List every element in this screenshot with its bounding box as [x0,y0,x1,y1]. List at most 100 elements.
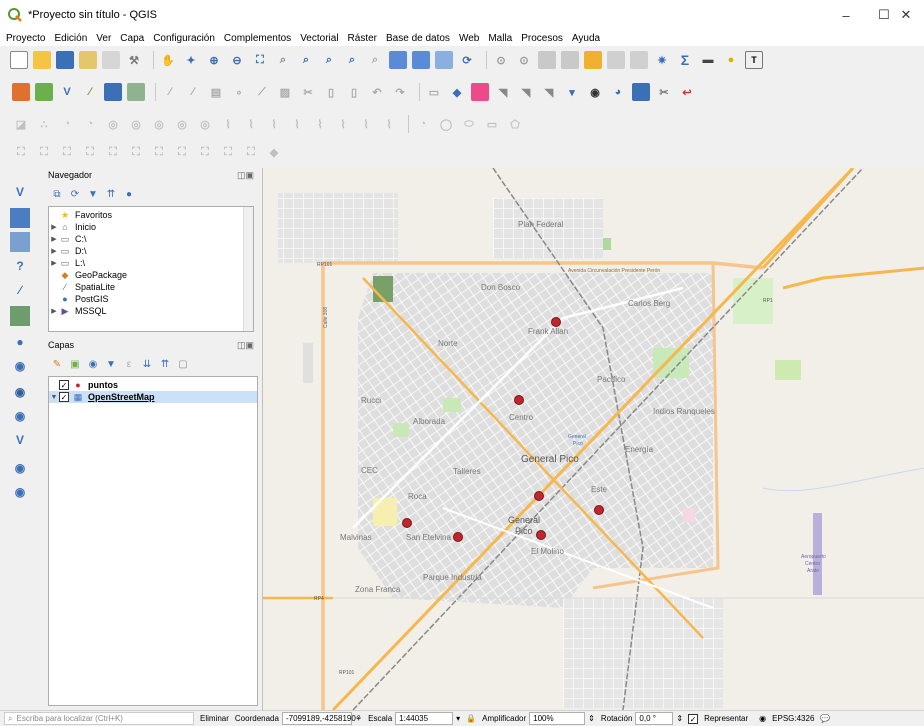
invert-selection-icon[interactable]: ⛶ [173,143,191,161]
metasearch-icon[interactable]: ◕ [609,83,627,101]
open-project-icon[interactable] [33,51,51,69]
select-icon[interactable]: ⊙ [515,51,533,69]
split-parts-icon[interactable]: ⌇ [288,115,306,133]
map-canvas[interactable]: Plan Federal Don Bosco Carlos Berg Frank… [262,168,924,710]
rotate-point-icon[interactable]: ⌇ [357,115,375,133]
offset-curve-icon[interactable]: ⌇ [242,115,260,133]
delete-ring-icon[interactable]: ◎ [173,115,191,133]
crs-globe-icon[interactable]: ◉ [759,714,766,723]
add-selected-icon[interactable]: ⧉ [50,187,64,201]
browser-item-spatialite[interactable]: ∕ SpatiaLite [49,281,253,293]
copy-icon[interactable]: ▯ [322,83,340,101]
map-tips-icon[interactable]: ● [722,51,740,69]
add-wfs-icon[interactable]: V [10,430,30,450]
rotation-spinner-icon[interactable]: ⇕ [676,714,683,723]
crs-label[interactable]: EPSG:4326 [772,714,814,723]
split-features-icon[interactable]: ⌇ [265,115,283,133]
new-project-icon[interactable] [10,51,28,69]
browser-panel-buttons[interactable]: ◫▣ [237,170,254,181]
deselect-all-icon[interactable]: ⛶ [196,143,214,161]
pan-to-selection-icon[interactable]: ✦ [182,51,200,69]
browser-item-l[interactable]: ▶ ▭ L:\ [49,257,253,269]
menu-raster[interactable]: Ráster [348,33,377,44]
layers-panel-buttons[interactable]: ◫▣ [237,340,254,351]
label-tool-icon[interactable]: ▭ [425,83,443,101]
browser-item-geopackage[interactable]: ◆ GeoPackage [49,269,253,281]
filter-icon[interactable]: ⛶ [242,143,260,161]
add-postgis-icon[interactable] [104,83,122,101]
browser-item-postgis[interactable]: ● PostGIS [49,293,253,305]
new-3d-view-icon[interactable] [412,51,430,69]
add-group-icon[interactable]: ▣ [68,357,82,371]
select-all-icon[interactable]: ⛶ [150,143,168,161]
attribute-table-icon[interactable] [584,51,602,69]
zoom-last-icon[interactable]: ⌕ [343,51,361,69]
statistics-icon[interactable]: Σ [676,51,694,69]
add-vector-icon[interactable]: V [10,182,30,202]
add-wms-icon[interactable]: ◉ [10,356,30,376]
menu-ver[interactable]: Ver [96,33,111,44]
zoom-to-selected-icon[interactable]: ◆ [265,143,283,161]
polygon-icon[interactable]: ⬠ [506,115,524,133]
shape-digitize-icon[interactable]: ◔ [414,115,432,133]
add-delimited-icon[interactable]: ? [10,256,30,276]
zoom-layer-icon[interactable]: ⌕ [297,51,315,69]
layer-item-puntos[interactable]: ✓ ● puntos [49,379,257,391]
layer-visibility-checkbox[interactable]: ✓ [59,392,69,402]
save-project-icon[interactable] [56,51,74,69]
show-labels-icon[interactable]: ◥ [517,83,535,101]
processing-settings-icon[interactable]: ✷ [653,51,671,69]
filter-expression-icon[interactable]: ε [122,357,136,371]
scale-dropdown-icon[interactable]: ▾ [456,714,460,723]
messages-icon[interactable]: 💬 [820,714,830,723]
refresh-browser-icon[interactable]: ⟳ [68,187,82,201]
reshape-icon[interactable]: ⌇ [219,115,237,133]
advanced-digitizing-icon[interactable]: ◪ [12,115,30,133]
layer-item-openstreetmap[interactable]: ▼ ✓ ▦ OpenStreetMap [49,391,257,403]
fill-ring-icon[interactable]: ◎ [150,115,168,133]
menu-configuracion[interactable]: Configuración [153,33,215,44]
cut-icon[interactable]: ✂ [299,83,317,101]
add-vector-tile-icon[interactable]: ◉ [10,482,30,502]
georeferencer-icon[interactable]: ↩ [678,83,696,101]
plugin-manager-icon[interactable]: ▾ [563,83,581,101]
menu-base-de-datos[interactable]: Base de datos [386,33,450,44]
add-spatialite-layer-icon[interactable] [10,306,30,326]
coordinate-field[interactable]: -7099189,-4258190 [281,712,356,725]
filter-legend-icon[interactable]: ▼ [104,357,118,371]
rotate-feature-icon[interactable]: ◔ [58,115,76,133]
measure-icon[interactable]: ▬ [699,51,717,69]
move-label-icon[interactable]: ◥ [540,83,558,101]
trim-extend-icon[interactable]: ⌇ [380,115,398,133]
minimize-button[interactable]: – [826,0,866,30]
scale-field[interactable]: 1:44035 [395,712,454,725]
lock-icon[interactable]: 🔒 [466,714,476,723]
text-annotation-icon[interactable]: T [745,51,763,69]
eliminar-label[interactable]: Eliminar [200,714,229,723]
add-wcs-icon[interactable]: ◉ [10,406,30,426]
snapping-icon[interactable]: ∴ [35,115,53,133]
browser-item-favoritos[interactable]: ★ Favoritos [49,209,253,221]
select-location-icon[interactable]: ⛶ [104,143,122,161]
add-mesh-icon[interactable] [10,232,30,252]
paste-icon[interactable]: ▯ [345,83,363,101]
properties-icon[interactable]: ● [122,187,136,201]
zoom-full-icon[interactable]: ⛶ [251,51,269,69]
new-print-layout-icon[interactable] [79,51,97,69]
labeling-icon[interactable]: ◆ [448,83,466,101]
add-virtual-icon[interactable]: ◉ [10,458,30,478]
add-feature-icon[interactable]: ∘ [230,83,248,101]
add-ring-icon[interactable]: ◎ [104,115,122,133]
add-delimited-text-icon[interactable]: ∕ [81,83,99,101]
merge-features-icon[interactable]: ⌇ [311,115,329,133]
field-calculator-icon[interactable] [607,51,625,69]
menu-vectorial[interactable]: Vectorial [300,33,338,44]
menu-malla[interactable]: Malla [488,33,512,44]
digitize-icon[interactable]: ∕ [161,83,179,101]
browser-item-mssql[interactable]: ▶ ▶ MSSQL [49,305,253,317]
menu-proyecto[interactable]: Proyecto [6,33,45,44]
add-spatialite-icon[interactable] [127,83,145,101]
render-checkbox[interactable]: ✓ [688,713,699,724]
redo-icon[interactable]: ↷ [391,83,409,101]
layout-manager-icon[interactable] [102,51,120,69]
